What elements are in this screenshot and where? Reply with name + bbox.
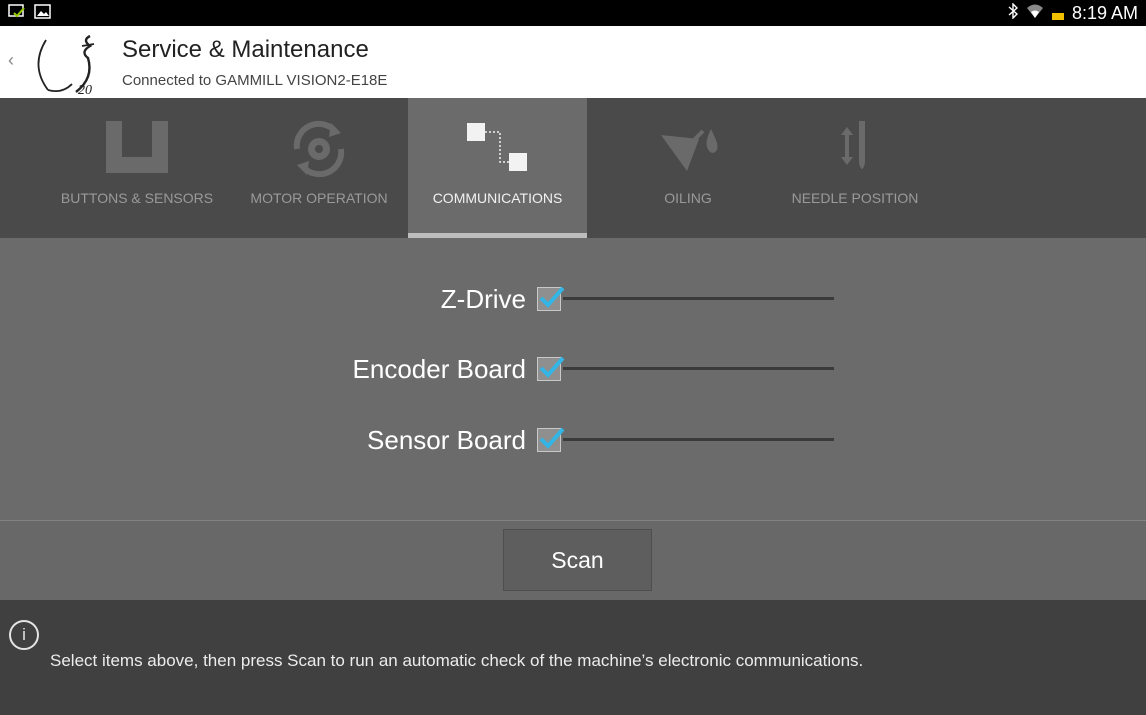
buttons-sensors-icon <box>102 116 172 182</box>
app-bar: ‹ 20 Service & Maintenance Connected to … <box>0 26 1146 98</box>
motor-gear-icon <box>287 116 351 182</box>
needle-icon <box>835 116 875 182</box>
encoder-board-status-line <box>563 367 834 370</box>
comm-row-encoder-board: Encoder Board <box>300 352 526 386</box>
battery-icon <box>1051 2 1064 25</box>
sensor-board-checkbox[interactable] <box>537 427 565 452</box>
scan-button[interactable]: Scan <box>503 529 652 591</box>
tab-oiling[interactable]: OILING <box>590 98 786 238</box>
comm-item-label: Encoder Board <box>352 354 526 384</box>
tab-bar: BUTTONS & SENSORS MOTOR OPERATION COMMUN… <box>0 98 1146 238</box>
back-chevron-icon[interactable]: ‹ <box>8 50 14 71</box>
comm-row-sensor-board: Sensor Board <box>300 423 526 457</box>
comm-row-z-drive: Z-Drive <box>300 282 526 316</box>
tab-label: OILING <box>664 190 712 206</box>
communications-icon <box>463 116 533 182</box>
wifi-icon <box>1026 3 1044 24</box>
tab-label: COMMUNICATIONS <box>432 190 563 206</box>
tab-motor-operation[interactable]: MOTOR OPERATION <box>230 98 408 238</box>
tab-needle-position[interactable]: NEEDLE POSITION <box>770 98 940 238</box>
checkmark-icon <box>539 427 565 449</box>
tab-label: MOTOR OPERATION <box>250 190 388 206</box>
checkmark-icon <box>539 286 565 308</box>
oil-can-icon <box>653 116 723 182</box>
comm-item-label: Sensor Board <box>367 425 526 455</box>
image-icon <box>34 4 52 25</box>
info-icon: i <box>9 620 39 650</box>
info-bar: i Select items above, then press Scan to… <box>0 600 1146 715</box>
checkmark-icon <box>539 356 565 378</box>
status-bar: 8:19 AM <box>0 0 1146 26</box>
scan-bar: Scan <box>0 521 1146 600</box>
sensor-board-status-line <box>563 438 834 441</box>
page-title: Service & Maintenance <box>122 36 369 63</box>
tab-communications[interactable]: COMMUNICATIONS <box>408 98 587 238</box>
tab-buttons-sensors[interactable]: BUTTONS & SENSORS <box>47 98 227 238</box>
bluetooth-icon <box>1008 2 1018 24</box>
communications-panel: Z-Drive Encoder Board Sensor Board <box>0 238 1146 520</box>
status-time: 8:19 AM <box>1071 3 1138 23</box>
comm-item-label: Z-Drive <box>440 284 526 314</box>
info-text: Select items above, then press Scan to r… <box>50 651 864 670</box>
app-logo[interactable]: 20 <box>32 32 104 98</box>
tab-label: BUTTONS & SENSORS <box>60 190 214 206</box>
tab-label: NEEDLE POSITION <box>791 190 919 206</box>
z-drive-checkbox[interactable] <box>537 286 565 311</box>
encoder-board-checkbox[interactable] <box>537 356 565 381</box>
connection-status: Connected to GAMMILL VISION2-E18E <box>122 72 388 89</box>
logo-text: 20 <box>78 83 92 96</box>
z-drive-status-line <box>563 297 834 300</box>
notification-check-icon <box>8 4 26 25</box>
